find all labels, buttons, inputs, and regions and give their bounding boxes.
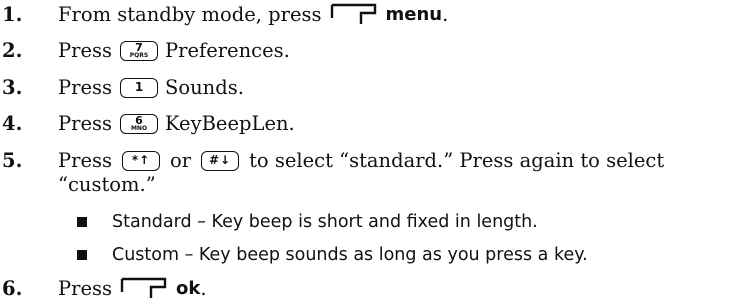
key-digit: 1 [134,79,144,94]
ok-label: ok [176,277,201,299]
step-5: 5. Press *↑ or #↓ to select “standard.” … [0,149,664,172]
period: . [200,276,207,300]
step-text: Press [58,276,112,300]
key-1-icon: 1 [120,77,158,98]
square-bullet-icon [77,250,87,260]
key-symbol: #↓ [209,152,232,167]
step-text: “custom.” [58,173,156,196]
square-bullet-icon [77,217,87,227]
step-1: 1. From standby mode, press menu. [0,2,448,26]
step-text: Preferences. [165,39,290,62]
step-text: Press [58,76,112,99]
instruction-list: 1. From standby mode, press menu. 2. Pre… [0,0,753,302]
key-letters: MNO [130,124,148,132]
period: . [442,2,449,26]
step-text: From standby mode, press [58,2,322,26]
left-softkey-icon [120,277,167,298]
star-up-key-icon: *↑ [122,150,160,171]
key-digit: 6 [135,113,143,127]
step-text: or [170,149,192,172]
step-5-continuation: “custom.” [58,173,156,196]
menu-label: menu [385,3,443,25]
key-digit: 7 [135,40,143,54]
bullet-text: Standard – Key beep is short and fixed i… [112,212,538,232]
step-number: 4. [2,112,23,135]
bullet-text: Custom – Key beep sounds as long as you … [112,245,588,265]
key-7-icon: 7 PQRS [120,40,158,61]
step-text: Sounds. [165,76,244,99]
step-number: 6. [2,276,23,300]
step-number: 3. [2,76,23,99]
bullet-item: Standard – Key beep is short and fixed i… [77,212,538,232]
step-text: Press [58,39,112,62]
bullet-item: Custom – Key beep sounds as long as you … [77,245,588,265]
step-text: to select “standard.” Press again to sel… [249,149,665,172]
pound-down-message-key-icon: #↓ [201,150,240,171]
step-text: KeyBeepLen. [165,112,295,135]
key-6-icon: 6 MNO [120,113,158,134]
step-number: 5. [2,149,23,172]
step-number: 2. [2,39,23,62]
step-6: 6. Press ok. [0,276,207,300]
step-text: Press [58,149,112,172]
key-letters: PQRS [129,51,149,59]
step-text: Press [58,112,112,135]
step-4: 4. Press 6 MNO KeyBeepLen. [0,112,295,135]
step-2: 2. Press 7 PQRS Preferences. [0,39,290,62]
step-3: 3. Press 1 Sounds. [0,76,244,99]
step-number: 1. [2,2,23,26]
left-softkey-icon [330,3,376,24]
key-symbol: *↑ [131,152,151,167]
